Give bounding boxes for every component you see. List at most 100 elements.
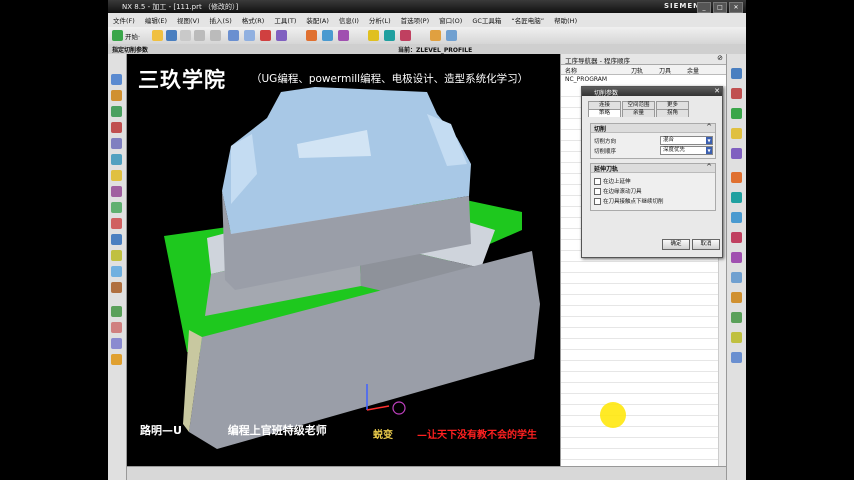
cut-icon[interactable] — [180, 30, 191, 41]
ok-button[interactable]: 确定 — [662, 239, 690, 250]
program-icon[interactable] — [306, 30, 317, 41]
roles-view-icon[interactable] — [731, 332, 742, 343]
geometry-view-icon[interactable] — [731, 128, 742, 139]
start-icon[interactable] — [112, 30, 123, 41]
clock-icon[interactable] — [731, 272, 742, 283]
display-icon[interactable] — [111, 282, 122, 293]
resource-bar-icon[interactable] — [731, 68, 742, 79]
menu-info[interactable]: 信息(I) — [334, 15, 364, 25]
cut-order-select[interactable]: 深度优先 ▼ — [660, 146, 713, 155]
reuse-library-icon[interactable] — [111, 154, 122, 165]
palette-icon[interactable] — [111, 250, 122, 261]
navigator-columns: 名称 刀轨 刀具 余量 — [561, 65, 727, 75]
dialog-close-icon[interactable]: ✕ — [714, 87, 720, 95]
collapse-icon[interactable]: ^ — [706, 163, 712, 171]
chevron-down-icon[interactable]: ▼ — [706, 147, 712, 154]
cam-icon[interactable] — [111, 218, 122, 229]
menu-tools[interactable]: 工具(T) — [269, 15, 301, 25]
method-icon[interactable] — [111, 338, 122, 349]
menu-edit[interactable]: 编辑(E) — [140, 15, 172, 25]
feature-icon[interactable] — [111, 354, 122, 365]
menu-preferences[interactable]: 首选项(P) — [396, 15, 435, 25]
roll-tool-over-edges-checkbox[interactable]: 在边缘滚动刀具 — [594, 187, 642, 195]
redo-icon[interactable] — [210, 30, 221, 41]
face-icon[interactable] — [731, 212, 742, 223]
cancel-button[interactable]: 取消 — [692, 239, 720, 250]
checkbox-box[interactable] — [594, 177, 601, 185]
tab-more[interactable]: 更多 — [656, 101, 689, 109]
checkbox-box[interactable] — [594, 187, 601, 195]
menu-view[interactable]: 视图(V) — [172, 15, 205, 25]
tab-stock[interactable]: 余量 — [622, 109, 655, 117]
assembly-navigator-icon[interactable] — [111, 122, 122, 133]
column-name[interactable]: 名称 — [565, 66, 577, 75]
machine-tool-icon[interactable] — [731, 108, 742, 119]
history-view-icon[interactable] — [731, 252, 742, 263]
minimize-icon[interactable]: _ — [697, 2, 711, 13]
part-navigator-icon[interactable] — [111, 106, 122, 117]
method-view-icon[interactable] — [731, 172, 742, 183]
tab-connect[interactable]: 连接 — [588, 101, 621, 109]
history-icon[interactable] — [111, 90, 122, 101]
geometry-icon[interactable] — [338, 30, 349, 41]
cutting-group-header[interactable]: 切削 ^ — [591, 123, 715, 133]
graphics-viewport[interactable]: 三玖学院 （UG编程、powermill编程、电极设计、造型系统化学习） 路明—… — [127, 54, 560, 466]
web-icon[interactable] — [731, 292, 742, 303]
menu-custom[interactable]: “名匠电脑” — [506, 15, 549, 25]
column-tool[interactable]: 刀具 — [659, 66, 671, 75]
chevron-down-icon[interactable]: ▼ — [706, 137, 712, 144]
layer-icon[interactable] — [276, 30, 287, 41]
save-icon[interactable] — [166, 30, 177, 41]
extend-path-group-header[interactable]: 延伸刀轨 ^ — [591, 163, 715, 173]
color-icon[interactable] — [731, 192, 742, 203]
menu-insert[interactable]: 插入(S) — [205, 15, 237, 25]
collapse-icon[interactable]: ^ — [706, 123, 712, 131]
navigator-icon[interactable] — [731, 88, 742, 99]
new-icon[interactable] — [152, 30, 163, 41]
tree-root[interactable]: NC_PROGRAM — [565, 76, 607, 83]
postprocess-icon[interactable] — [400, 30, 411, 41]
checkbox-box[interactable] — [594, 197, 601, 205]
cut-direction-select[interactable]: 混合 ▼ — [660, 136, 713, 145]
palette-view-icon[interactable] — [731, 312, 742, 323]
generate-icon[interactable] — [368, 30, 379, 41]
menu-window[interactable]: 窗口(O) — [434, 15, 467, 25]
constraint-icon[interactable] — [111, 138, 122, 149]
edge-icon[interactable] — [731, 232, 742, 243]
machine-icon[interactable] — [111, 306, 122, 317]
maximize-icon[interactable]: □ — [713, 2, 727, 13]
start-button[interactable]: 开始· — [125, 31, 140, 41]
menu-format[interactable]: 格式(R) — [237, 15, 270, 25]
render-icon[interactable] — [260, 30, 271, 41]
system-materials-icon[interactable] — [111, 202, 122, 213]
menu-analysis[interactable]: 分析(L) — [364, 15, 396, 25]
column-toolpath[interactable]: 刀轨 — [631, 66, 643, 75]
tab-corners[interactable]: 拐角 — [656, 109, 689, 117]
pin-icon[interactable]: ⊘ — [717, 54, 723, 62]
view-icon[interactable] — [244, 30, 255, 41]
process-studio-icon[interactable] — [111, 186, 122, 197]
continue-below-contact-checkbox[interactable]: 在刀具接触点下继续切削 — [594, 197, 664, 205]
menu-gc-toolkit[interactable]: GC工具箱 — [467, 15, 506, 25]
close-icon[interactable]: ✕ — [729, 2, 743, 13]
zoom-icon[interactable] — [446, 30, 457, 41]
tab-containment[interactable]: 空间范围 — [622, 101, 655, 109]
column-stock[interactable]: 余量 — [687, 66, 699, 75]
menu-help[interactable]: 帮助(H) — [549, 15, 582, 25]
snap-icon[interactable] — [228, 30, 239, 41]
analysis-icon[interactable] — [111, 266, 122, 277]
info-icon[interactable] — [111, 234, 122, 245]
menu-file[interactable]: 文件(F) — [108, 15, 140, 25]
system-scene-icon[interactable] — [731, 352, 742, 363]
verify-icon[interactable] — [384, 30, 395, 41]
browser-icon[interactable] — [111, 170, 122, 181]
roles-icon[interactable] — [111, 74, 122, 85]
operation-icon[interactable] — [111, 322, 122, 333]
undo-icon[interactable] — [194, 30, 205, 41]
menu-assembly[interactable]: 装配(A) — [301, 15, 334, 25]
tool-view-icon[interactable] — [731, 148, 742, 159]
extend-at-edges-checkbox[interactable]: 在边上延伸 — [594, 177, 631, 185]
fit-icon[interactable] — [430, 30, 441, 41]
tool-icon[interactable] — [322, 30, 333, 41]
tab-strategy[interactable]: 策略 — [588, 109, 621, 117]
